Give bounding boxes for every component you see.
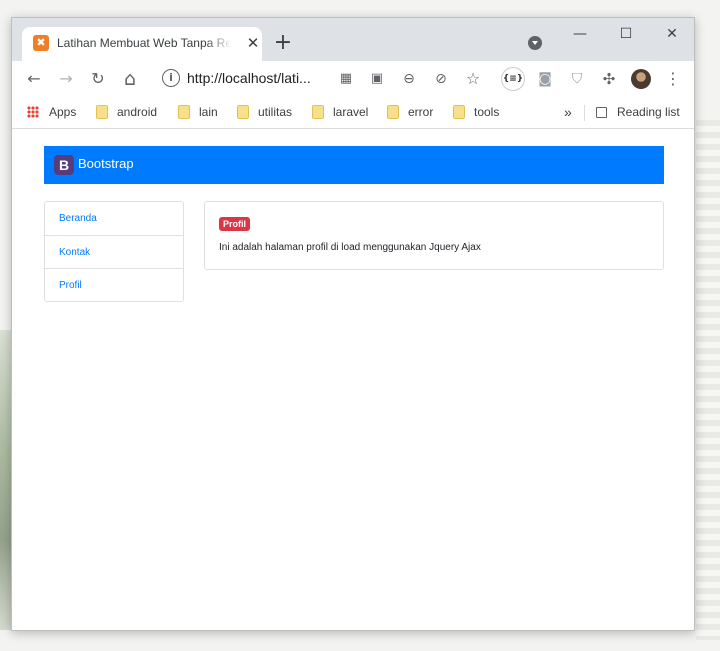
apps-grid-icon bbox=[27, 106, 39, 118]
browser-toolbar: ← → ↻ ⌂ i http://localhost/lati... ▦ ▣ ⊖… bbox=[12, 61, 694, 97]
close-window-button[interactable]: ✕ bbox=[652, 24, 692, 46]
background-wall bbox=[696, 120, 720, 640]
qr-code-icon[interactable]: ▦ bbox=[335, 68, 357, 90]
menu-item-profil[interactable]: Profil bbox=[45, 268, 183, 301]
forward-icon[interactable]: → bbox=[55, 68, 77, 90]
bookmark-apps[interactable]: Apps bbox=[27, 103, 76, 121]
folder-icon bbox=[178, 105, 190, 119]
bookmark-folder[interactable]: tools bbox=[453, 103, 499, 121]
bookmark-folder[interactable]: error bbox=[387, 103, 433, 121]
address-bar[interactable]: http://localhost/lati... bbox=[187, 70, 322, 88]
tab-search-icon[interactable] bbox=[528, 36, 542, 50]
content-text: Ini adalah halaman profil di load menggu… bbox=[219, 242, 481, 253]
maximize-button[interactable]: ☐ bbox=[606, 24, 646, 46]
bookmarks-divider bbox=[584, 105, 585, 121]
sidebar-menu: Beranda Kontak Profil bbox=[44, 201, 184, 302]
page-viewport: B Bootstrap Beranda Kontak Profil Profil… bbox=[12, 129, 694, 630]
profile-avatar[interactable] bbox=[631, 69, 651, 89]
tab-title: Latihan Membuat Web Tanpa Reload bbox=[57, 36, 232, 50]
translate-icon[interactable]: ▣ bbox=[366, 68, 388, 90]
reading-list-button[interactable]: Reading list bbox=[596, 103, 680, 121]
folder-icon bbox=[96, 105, 108, 119]
eye-off-icon[interactable]: ⊘ bbox=[430, 68, 452, 90]
camera-icon[interactable]: ◙ bbox=[534, 68, 556, 90]
menu-item-beranda[interactable]: Beranda bbox=[45, 202, 183, 235]
extensions-puzzle-icon[interactable]: ✣ bbox=[598, 68, 620, 90]
browser-tab[interactable]: ✖ Latihan Membuat Web Tanpa Reload ✕ bbox=[22, 27, 262, 61]
profile-badge: Profil bbox=[219, 217, 251, 231]
bookmark-folder[interactable]: lain bbox=[178, 103, 218, 121]
menu-dots-icon[interactable]: ⋮ bbox=[662, 68, 684, 90]
folder-icon bbox=[387, 105, 399, 119]
content-card: Profil Ini adalah halaman profil di load… bbox=[204, 201, 664, 270]
reload-icon[interactable]: ↻ bbox=[87, 68, 109, 90]
back-icon[interactable]: ← bbox=[23, 68, 45, 90]
zoom-out-icon[interactable]: ⊖ bbox=[398, 68, 420, 90]
menu-item-kontak[interactable]: Kontak bbox=[45, 235, 183, 268]
tab-close-icon[interactable]: ✕ bbox=[244, 34, 262, 52]
navbar-brand[interactable]: Bootstrap bbox=[78, 156, 134, 171]
navbar: B Bootstrap bbox=[44, 146, 664, 184]
shield-icon[interactable]: ⛉ bbox=[566, 68, 588, 90]
reading-list-icon bbox=[596, 107, 607, 118]
bookmark-folder[interactable]: utilitas bbox=[237, 103, 292, 121]
new-tab-button[interactable]: + bbox=[272, 32, 294, 55]
json-extension-icon[interactable]: {≡} bbox=[501, 67, 525, 91]
bookmark-folder[interactable]: android bbox=[96, 103, 157, 121]
bootstrap-logo-icon[interactable]: B bbox=[54, 155, 74, 175]
folder-icon bbox=[312, 105, 324, 119]
browser-window: ✖ Latihan Membuat Web Tanpa Reload ✕ + —… bbox=[11, 17, 695, 631]
folder-icon bbox=[453, 105, 465, 119]
bookmark-star-icon[interactable]: ☆ bbox=[462, 68, 484, 90]
bookmark-folder[interactable]: laravel bbox=[312, 103, 368, 121]
bookmarks-bar: Apps android lain utilitas laravel error… bbox=[12, 97, 694, 129]
tab-bar: ✖ Latihan Membuat Web Tanpa Reload ✕ + —… bbox=[12, 18, 694, 61]
minimize-button[interactable]: — bbox=[560, 24, 600, 46]
home-icon[interactable]: ⌂ bbox=[119, 68, 141, 90]
bookmarks-overflow-icon[interactable]: » bbox=[564, 103, 572, 121]
xampp-icon: ✖ bbox=[33, 35, 49, 51]
site-info-icon[interactable]: i bbox=[162, 69, 180, 87]
folder-icon bbox=[237, 105, 249, 119]
